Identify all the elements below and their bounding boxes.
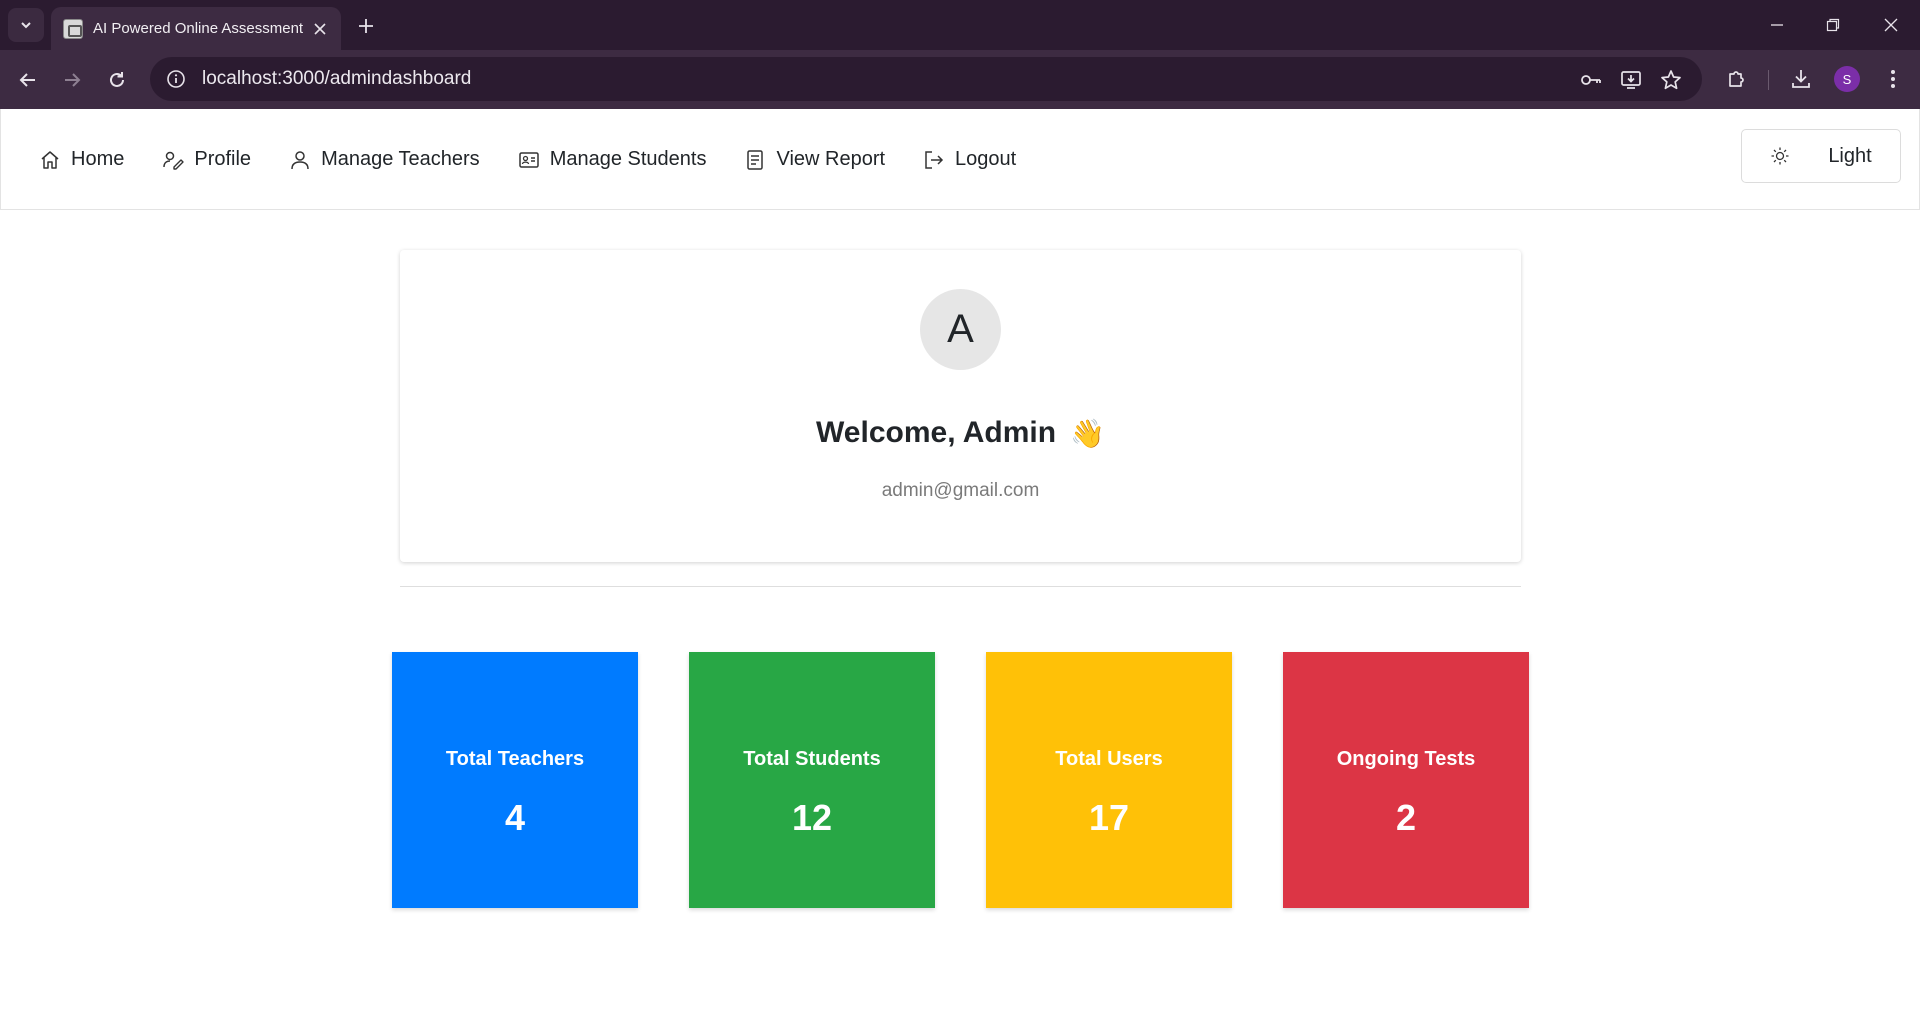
stat-card-total-teachers: Total Teachers 4 xyxy=(392,652,638,908)
stat-card-total-users: Total Users 17 xyxy=(986,652,1232,908)
browser-tab-bar: AI Powered Online Assessment xyxy=(0,0,1920,50)
nav-item-label: Profile xyxy=(194,148,252,170)
more-vertical-icon xyxy=(1891,70,1895,88)
toolbar-divider xyxy=(1768,70,1769,90)
browser-tab[interactable]: AI Powered Online Assessment xyxy=(51,7,341,50)
forward-button[interactable] xyxy=(56,64,88,96)
downloads-button[interactable] xyxy=(1788,66,1814,92)
minimize-icon xyxy=(1771,24,1783,26)
nav-item-manage-students[interactable]: Manage Students xyxy=(518,148,707,171)
nav-item-manage-teachers[interactable]: Manage Teachers xyxy=(289,148,480,171)
person-icon xyxy=(291,150,309,169)
app-navbar: Home Profile Manage Teachers Manage Stud… xyxy=(0,109,1920,210)
nav-item-label: View Report xyxy=(776,148,886,170)
admin-email: admin@gmail.com xyxy=(881,480,1040,501)
tab-search-button[interactable] xyxy=(8,8,44,42)
nav-item-logout[interactable]: Logout xyxy=(923,148,1016,171)
profile-avatar-button[interactable]: S xyxy=(1834,66,1860,92)
stat-value: 4 xyxy=(504,797,526,838)
theme-toggle-button[interactable]: Light xyxy=(1741,129,1901,183)
stats-row: Total Teachers 4 Total Students 12 Total… xyxy=(392,652,1529,908)
bookmark-button[interactable] xyxy=(1658,67,1684,93)
stat-value: 17 xyxy=(1088,797,1130,838)
extensions-button[interactable] xyxy=(1724,66,1750,92)
address-bar[interactable]: localhost:3000/admindashboard xyxy=(150,57,1702,101)
stat-card-total-students: Total Students 12 xyxy=(689,652,935,908)
nav-item-label: Home xyxy=(71,148,125,170)
password-key-button[interactable] xyxy=(1578,67,1604,93)
chevron-down-icon xyxy=(21,22,31,29)
tab-close-button[interactable] xyxy=(309,18,331,40)
welcome-text: Welcome, Admin xyxy=(816,416,1057,449)
nav-item-view-report[interactable]: View Report xyxy=(744,148,885,171)
plus-icon xyxy=(359,19,373,33)
welcome-card: A Welcome, Admin 👋 admin@gmail.com xyxy=(400,250,1521,562)
stat-card-ongoing-tests: Ongoing Tests 2 xyxy=(1283,652,1529,908)
nav-links: Home Profile Manage Teachers Manage Stud… xyxy=(39,109,1054,210)
minimize-button[interactable] xyxy=(1762,10,1792,40)
nav-item-home[interactable]: Home xyxy=(39,148,124,171)
sun-icon xyxy=(1771,147,1789,165)
waving-hand-icon: 👋 xyxy=(1070,417,1105,449)
nav-item-label: Logout xyxy=(955,148,1017,170)
reload-icon xyxy=(110,72,124,87)
admin-avatar: A xyxy=(920,289,1001,370)
nav-item-label: Manage Teachers xyxy=(321,148,480,170)
puzzle-icon xyxy=(1729,71,1744,87)
welcome-heading: Welcome, Admin 👋 xyxy=(400,416,1521,450)
nav-item-label: Manage Students xyxy=(549,148,707,170)
stat-label: Total Teachers xyxy=(445,748,585,770)
arrow-left-icon xyxy=(19,73,35,87)
reload-button[interactable] xyxy=(101,64,133,96)
home-icon xyxy=(41,150,59,169)
stat-value: 12 xyxy=(791,797,833,838)
info-icon xyxy=(167,70,185,88)
arrow-right-icon xyxy=(65,73,81,87)
logout-icon xyxy=(925,150,944,169)
install-app-button[interactable] xyxy=(1618,67,1644,93)
profile-edit-icon xyxy=(163,151,185,170)
id-card-icon xyxy=(518,151,539,168)
restore-button[interactable] xyxy=(1818,10,1848,40)
section-divider xyxy=(400,586,1521,587)
nav-item-profile[interactable]: Profile xyxy=(162,148,251,171)
restore-icon xyxy=(1826,18,1840,32)
site-favicon-icon xyxy=(63,18,83,39)
stat-label: Total Users xyxy=(1055,748,1163,770)
browser-toolbar: localhost:3000/admindashboard S xyxy=(0,50,1920,109)
close-window-button[interactable] xyxy=(1876,10,1906,40)
theme-toggle-label: Light xyxy=(1828,144,1872,167)
report-icon xyxy=(747,149,764,170)
tab-title: AI Powered Online Assessment xyxy=(93,20,304,37)
star-icon xyxy=(1661,70,1681,90)
stat-label: Total Students xyxy=(743,748,881,770)
stat-value: 2 xyxy=(1395,797,1417,838)
browser-menu-button[interactable] xyxy=(1880,66,1906,92)
back-button[interactable] xyxy=(12,64,44,96)
url-text[interactable]: localhost:3000/admindashboard xyxy=(202,68,471,90)
install-icon xyxy=(1621,71,1641,89)
download-icon xyxy=(1792,70,1810,88)
stat-label: Ongoing Tests xyxy=(1336,748,1476,770)
site-info-button[interactable] xyxy=(156,57,196,101)
close-icon xyxy=(314,22,326,35)
key-icon xyxy=(1581,75,1601,85)
new-tab-button[interactable] xyxy=(352,12,380,40)
close-icon xyxy=(1884,18,1898,32)
